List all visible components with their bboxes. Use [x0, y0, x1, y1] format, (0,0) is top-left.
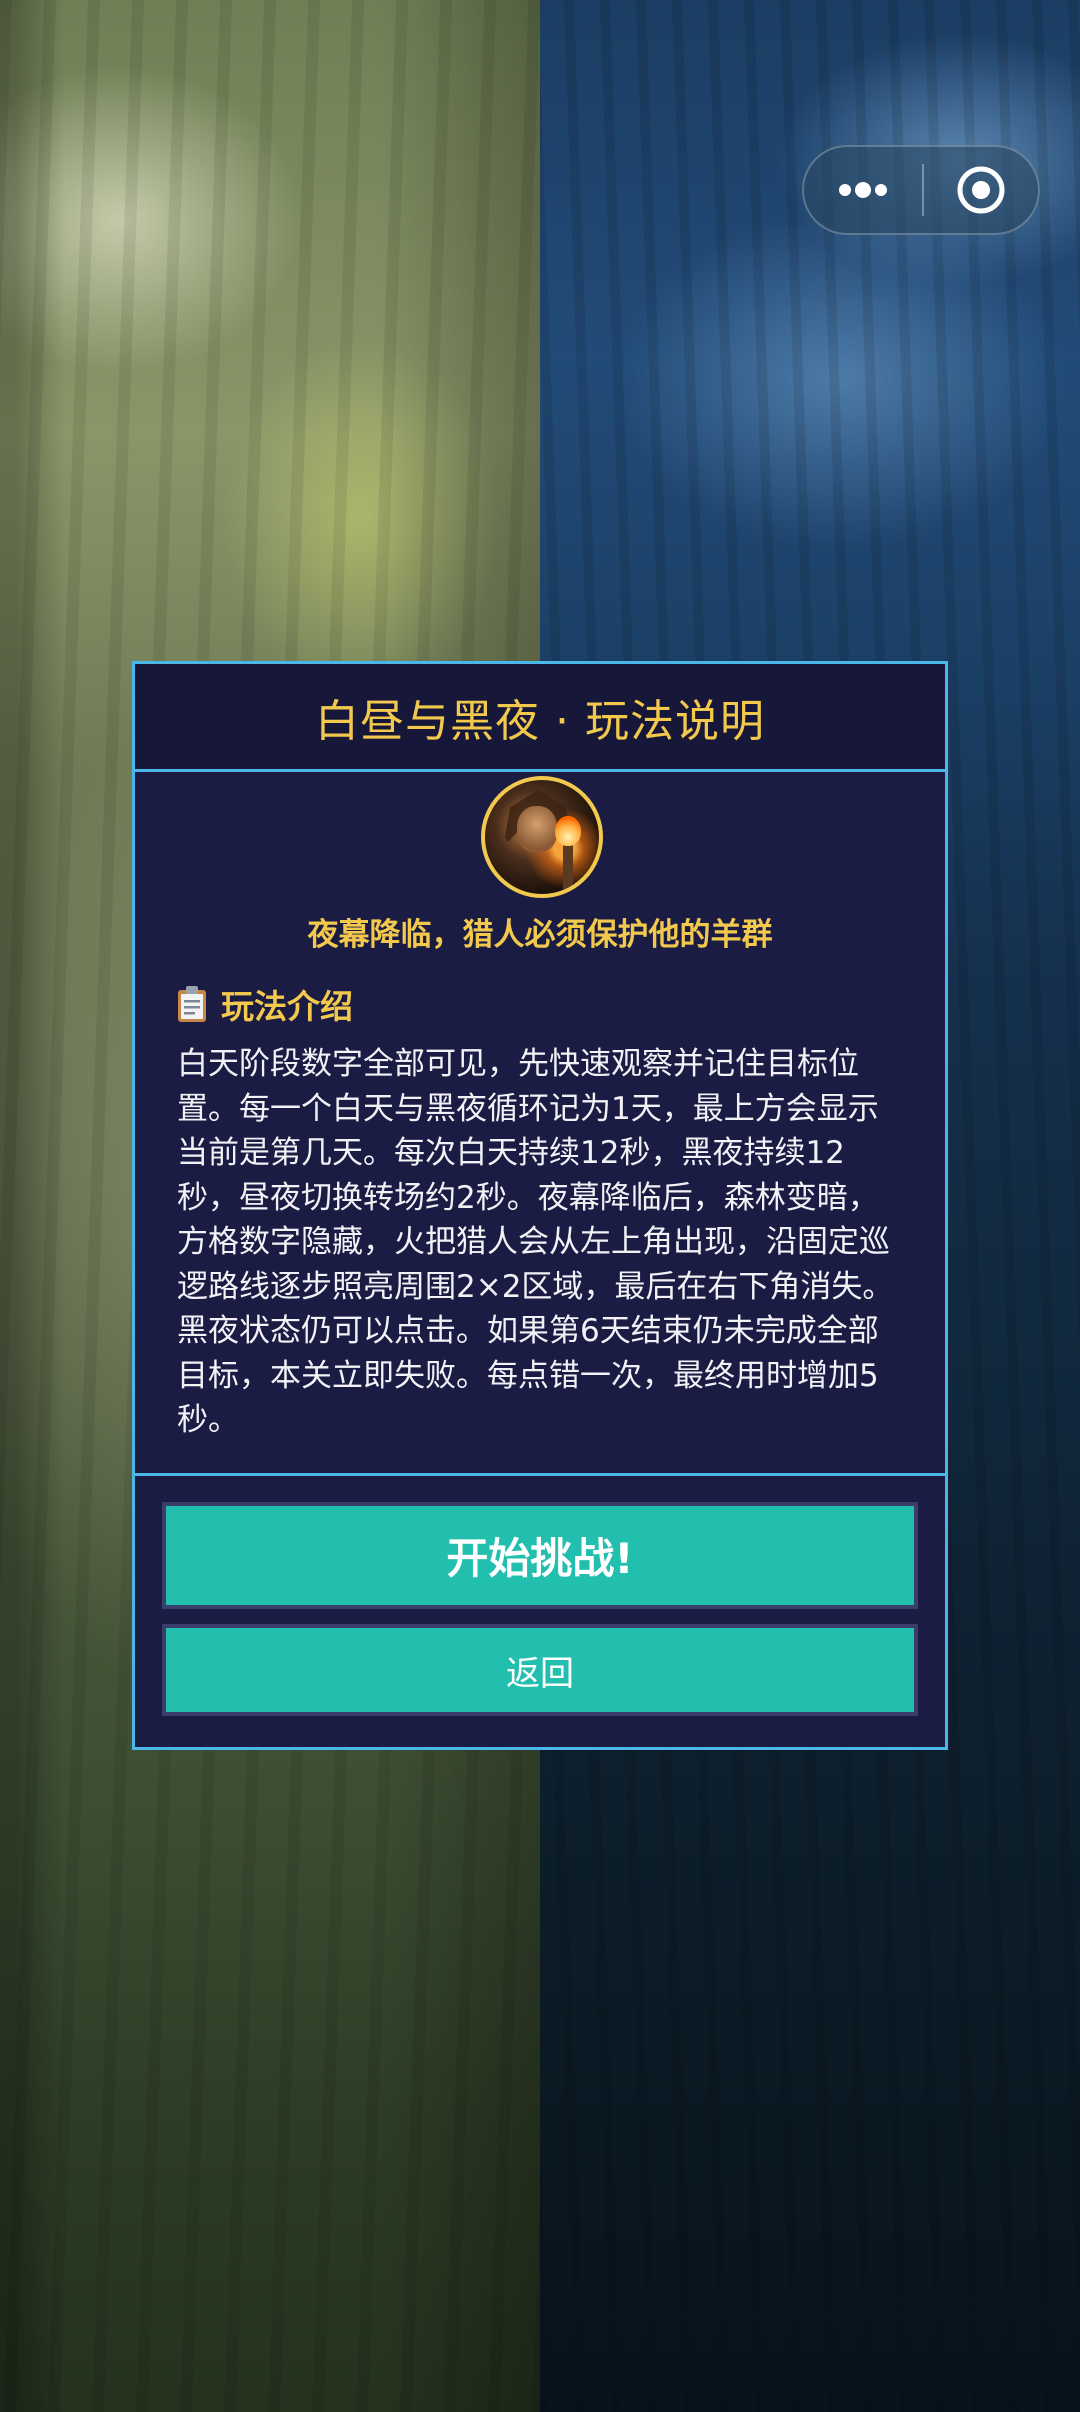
close-miniprogram-button[interactable]	[924, 147, 1038, 233]
section-header: 玩法介绍	[177, 980, 353, 1028]
back-button[interactable]: 返回	[162, 1624, 918, 1716]
hunter-avatar	[481, 776, 603, 898]
start-challenge-button[interactable]: 开始挑战!	[162, 1502, 918, 1609]
more-button[interactable]	[804, 147, 922, 233]
rules-dialog: 白昼与黑夜 · 玩法说明 夜幕降临，猎人必须保护他的羊群 玩法介绍 白天阶段数字…	[132, 661, 948, 1750]
dialog-body: 夜幕降临，猎人必须保护他的羊群 玩法介绍 白天阶段数字全部可见，先快速观察并记住…	[135, 772, 945, 1476]
section-title: 玩法介绍	[221, 987, 353, 1026]
avatar-face	[517, 806, 557, 852]
dialog-header: 白昼与黑夜 · 玩法说明	[135, 664, 945, 772]
dialog-subtitle: 夜幕降临，猎人必须保护他的羊群	[307, 917, 773, 953]
target-close-icon	[957, 166, 1005, 214]
dialog-title: 白昼与黑夜 · 玩法说明	[315, 695, 765, 747]
avatar-torch	[563, 838, 573, 894]
avatar-flame	[555, 816, 581, 846]
miniprogram-capsule	[802, 145, 1040, 235]
dialog-footer: 开始挑战! 返回	[135, 1476, 945, 1747]
more-dots-icon	[839, 182, 887, 198]
clipboard-icon	[178, 986, 206, 1022]
rules-description: 白天阶段数字全部可见，先快速观察并记住目标位置。每一个白天与黑夜循环记为1天，最…	[177, 1046, 894, 1438]
